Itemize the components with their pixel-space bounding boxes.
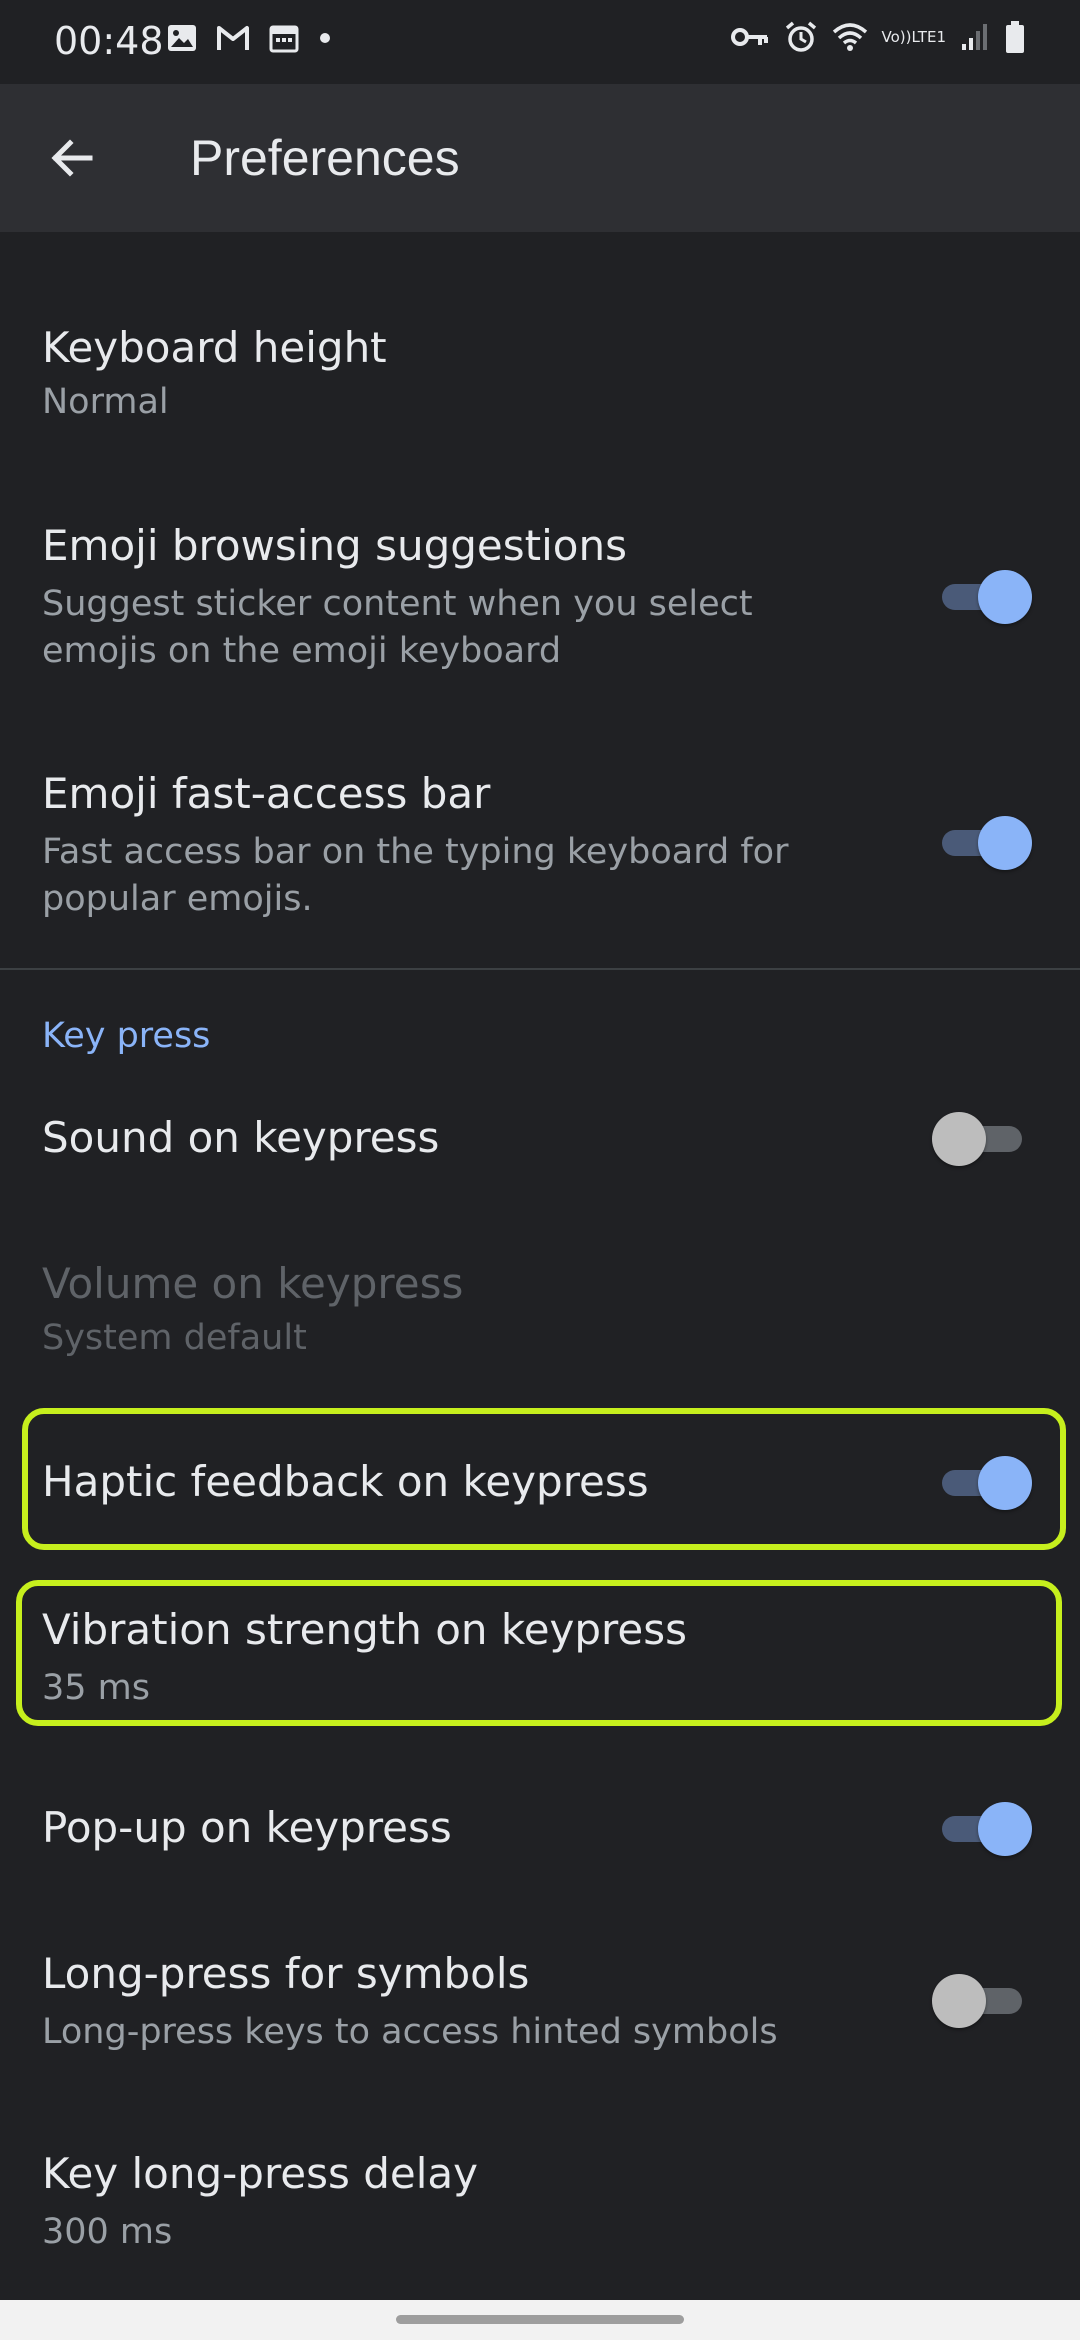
home-gesture-handle[interactable] xyxy=(396,2315,684,2324)
pref-haptic-feedback-on-keypress[interactable]: Haptic feedback on keypress xyxy=(0,1410,1080,1540)
section-divider xyxy=(0,968,1080,970)
signal-icon xyxy=(960,22,990,52)
page-title: Preferences xyxy=(190,130,460,186)
long-press-symbols-toggle[interactable] xyxy=(932,1970,1028,2030)
pref-summary: System default xyxy=(42,1318,307,1358)
system-icons: Vo)) LTE1 xyxy=(730,20,1026,54)
gmail-icon xyxy=(216,24,250,52)
pref-sound-on-keypress[interactable]: Sound on keypress xyxy=(0,1090,1080,1220)
alarm-icon xyxy=(784,20,818,54)
back-button[interactable] xyxy=(36,122,108,194)
screen: 00:48 Vo)) LTE1 Preferences Keyboard hei… xyxy=(0,0,1080,2340)
vpn-key-icon xyxy=(730,23,770,51)
volte-icon: Vo)) LTE1 xyxy=(881,28,946,46)
wifi-icon xyxy=(832,22,868,52)
pref-vibration-strength-on-keypress[interactable]: Vibration strength on keypress 35 ms xyxy=(0,1580,1080,1730)
pref-emoji-fast-access-bar[interactable]: Emoji fast-access bar Fast access bar on… xyxy=(0,748,1080,948)
pref-title: Pop-up on keypress xyxy=(42,1803,452,1852)
pref-summary-line2: popular emojis. xyxy=(42,879,313,919)
toggle-thumb xyxy=(978,816,1032,870)
section-header-key-press: Key press xyxy=(42,1016,211,1056)
pref-volume-on-keypress: Volume on keypress System default xyxy=(0,1240,1080,1390)
pref-popup-on-keypress[interactable]: Pop-up on keypress xyxy=(0,1800,1080,1930)
arrow-back-icon xyxy=(51,139,93,177)
emoji-browsing-toggle[interactable] xyxy=(936,566,1032,626)
pref-summary: Long-press keys to access hinted symbols xyxy=(42,2012,778,2052)
sound-on-keypress-toggle[interactable] xyxy=(932,1108,1028,1168)
toggle-thumb xyxy=(932,1974,986,2028)
pref-summary-line1: Suggest sticker content when you select xyxy=(42,584,753,624)
toggle-thumb xyxy=(978,1802,1032,1856)
toggle-thumb xyxy=(932,1112,986,1166)
pref-title: Sound on keypress xyxy=(42,1113,440,1162)
pref-title: Long-press for symbols xyxy=(42,1949,530,1998)
pref-title: Key long-press delay xyxy=(42,2149,479,2198)
pref-title: Vibration strength on keypress xyxy=(42,1605,687,1654)
notification-icons xyxy=(166,22,332,54)
calendar-icon xyxy=(268,22,300,54)
navigation-bar xyxy=(0,2300,1080,2340)
pref-title: Haptic feedback on keypress xyxy=(42,1457,649,1506)
pref-summary: 35 ms xyxy=(42,1668,150,1708)
pref-long-press-for-symbols[interactable]: Long-press for symbols Long-press keys t… xyxy=(0,1940,1080,2100)
status-time: 00:48 xyxy=(54,19,164,63)
pref-key-long-press-delay[interactable]: Key long-press delay 300 ms xyxy=(0,2140,1080,2290)
app-bar: Preferences xyxy=(0,84,1080,232)
pref-summary-line1: Fast access bar on the typing keyboard f… xyxy=(42,832,789,872)
emoji-fast-access-toggle[interactable] xyxy=(936,812,1032,872)
status-bar: 00:48 Vo)) LTE1 xyxy=(0,0,1080,84)
pref-title: Volume on keypress xyxy=(42,1259,464,1308)
pref-title: Emoji fast-access bar xyxy=(42,769,491,818)
pref-summary: Normal xyxy=(42,382,169,422)
dot-icon xyxy=(318,31,332,45)
pref-summary-line2: emojis on the emoji keyboard xyxy=(42,631,562,671)
popup-on-keypress-toggle[interactable] xyxy=(936,1798,1032,1858)
pref-summary: 300 ms xyxy=(42,2212,173,2252)
haptic-feedback-toggle[interactable] xyxy=(936,1452,1032,1512)
image-icon xyxy=(166,22,198,54)
battery-icon xyxy=(1004,20,1026,54)
pref-keyboard-height[interactable]: Keyboard height Normal xyxy=(0,300,1080,450)
pref-title: Emoji browsing suggestions xyxy=(42,521,627,570)
pref-emoji-browsing-suggestions[interactable]: Emoji browsing suggestions Suggest stick… xyxy=(0,500,1080,700)
pref-title: Keyboard height xyxy=(42,323,387,372)
toggle-thumb xyxy=(978,1456,1032,1510)
toggle-thumb xyxy=(978,570,1032,624)
